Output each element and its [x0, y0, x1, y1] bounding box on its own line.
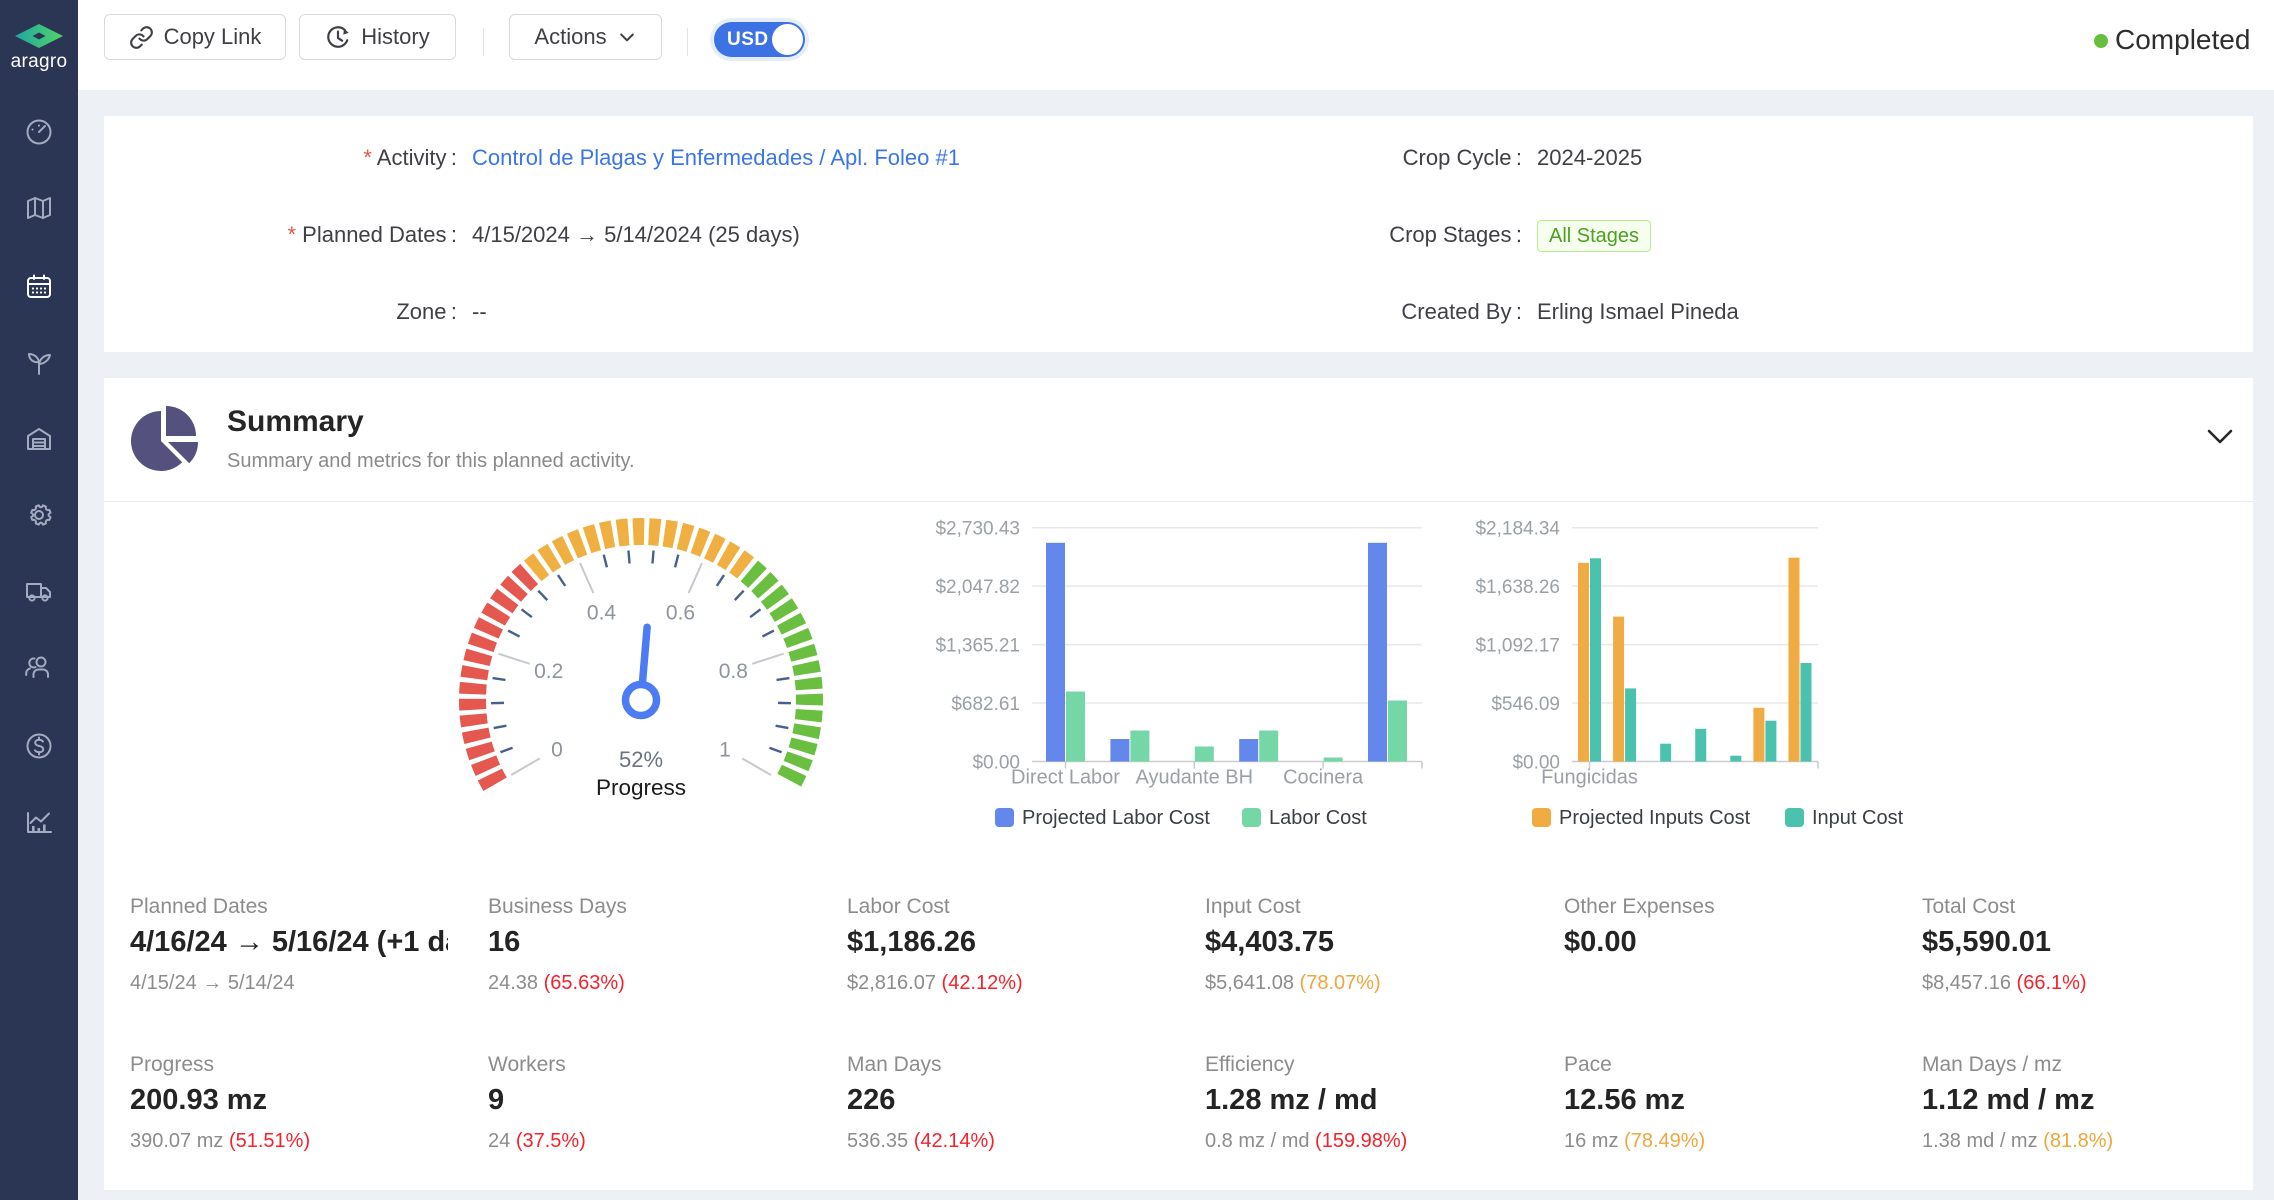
- svg-text:$1,092.17: $1,092.17: [1475, 636, 1560, 657]
- svg-text:0.6: 0.6: [666, 601, 695, 624]
- svg-text:Input Cost: Input Cost: [1812, 807, 1904, 829]
- svg-text:$2,047.82: $2,047.82: [935, 577, 1020, 598]
- svg-text:Progress: Progress: [596, 775, 686, 800]
- svg-text:Projected Inputs Cost: Projected Inputs Cost: [1559, 807, 1751, 829]
- svg-text:Cocinera: Cocinera: [1283, 767, 1364, 789]
- svg-text:$682.61: $682.61: [951, 694, 1020, 715]
- svg-text:Ayudante BH: Ayudante BH: [1136, 767, 1254, 789]
- svg-text:$1,638.26: $1,638.26: [1475, 577, 1560, 598]
- svg-text:Direct Labor: Direct Labor: [1011, 767, 1120, 789]
- svg-text:1: 1: [719, 739, 731, 762]
- svg-text:52%: 52%: [619, 747, 663, 772]
- svg-text:0.8: 0.8: [719, 660, 748, 683]
- svg-text:0.4: 0.4: [587, 601, 617, 624]
- svg-text:$546.09: $546.09: [1491, 694, 1560, 715]
- svg-text:Fungicidas: Fungicidas: [1541, 767, 1638, 789]
- svg-text:$2,184.34: $2,184.34: [1475, 519, 1560, 540]
- svg-text:Labor Cost: Labor Cost: [1269, 807, 1367, 829]
- svg-text:Projected Labor Cost: Projected Labor Cost: [1022, 807, 1210, 829]
- svg-text:0.2: 0.2: [534, 660, 563, 683]
- svg-text:0: 0: [551, 739, 563, 762]
- svg-text:$2,730.43: $2,730.43: [935, 519, 1020, 540]
- svg-text:$1,365.21: $1,365.21: [935, 636, 1020, 657]
